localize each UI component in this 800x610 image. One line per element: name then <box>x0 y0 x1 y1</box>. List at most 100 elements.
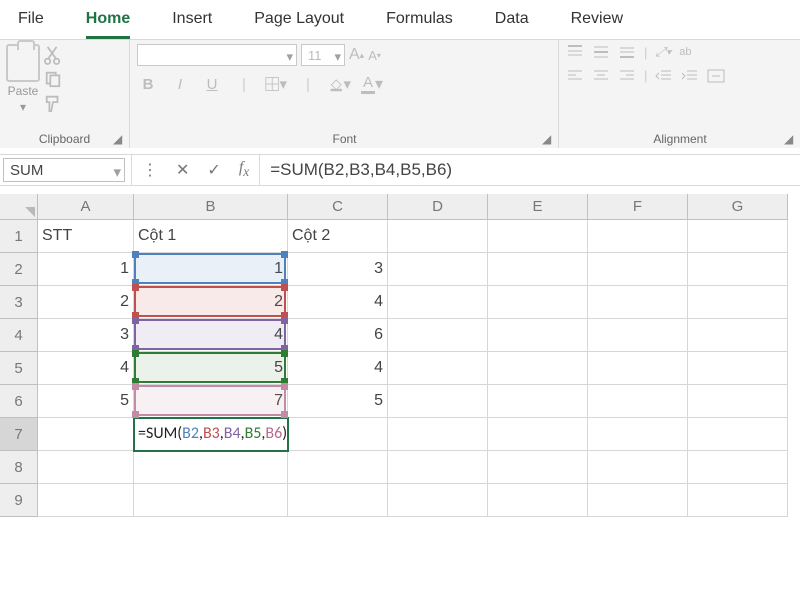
cell-G9[interactable] <box>688 484 788 517</box>
cell-D8[interactable] <box>388 451 488 484</box>
cell-B8[interactable] <box>134 451 288 484</box>
align-left-icon[interactable] <box>566 69 584 83</box>
copy-icon[interactable] <box>44 70 62 88</box>
tab-insert[interactable]: Insert <box>172 8 212 39</box>
cell-D1[interactable] <box>388 220 488 253</box>
cell-A5[interactable]: 4 <box>38 352 134 385</box>
row-header[interactable]: 9 <box>0 484 38 517</box>
italic-button[interactable]: I <box>169 76 191 93</box>
column-header[interactable]: G <box>688 194 788 220</box>
select-all-corner[interactable] <box>0 194 38 220</box>
increase-font-icon[interactable]: A▴ <box>349 46 364 64</box>
cell-D3[interactable] <box>388 286 488 319</box>
cell-F5[interactable] <box>588 352 688 385</box>
cell-A4[interactable]: 3 <box>38 319 134 352</box>
cell-A2[interactable]: 1 <box>38 253 134 286</box>
cell-E5[interactable] <box>488 352 588 385</box>
cell-A6[interactable]: 5 <box>38 385 134 418</box>
cell-F1[interactable] <box>588 220 688 253</box>
more-icon[interactable]: ⋮ <box>142 160 158 180</box>
cell-G5[interactable] <box>688 352 788 385</box>
dialog-launcher-icon[interactable]: ◢ <box>784 132 798 146</box>
increase-indent-icon[interactable] <box>681 69 699 83</box>
formula-input[interactable]: =SUM(B2,B3,B4,B5,B6) <box>259 155 800 185</box>
merge-center-icon[interactable] <box>707 69 725 83</box>
cell-A8[interactable] <box>38 451 134 484</box>
cell-E3[interactable] <box>488 286 588 319</box>
tab-file[interactable]: File <box>18 8 44 39</box>
cell-B1[interactable]: Cột 1 <box>134 220 288 253</box>
cell-C3[interactable]: 4 <box>288 286 388 319</box>
align-middle-icon[interactable] <box>592 44 610 60</box>
cell-E6[interactable] <box>488 385 588 418</box>
cell-C1[interactable]: Cột 2 <box>288 220 388 253</box>
wrap-text-icon[interactable]: ab <box>679 46 691 58</box>
column-header[interactable]: D <box>388 194 488 220</box>
fx-icon[interactable]: fx <box>239 159 249 180</box>
enter-icon[interactable]: ✓ <box>207 160 220 180</box>
cell-D5[interactable] <box>388 352 488 385</box>
tab-data[interactable]: Data <box>495 8 529 39</box>
row-header[interactable]: 6 <box>0 385 38 418</box>
cell-A1[interactable]: STT <box>38 220 134 253</box>
paste-button[interactable]: Paste ▾ <box>6 44 40 114</box>
column-header[interactable]: A <box>38 194 134 220</box>
cell-E2[interactable] <box>488 253 588 286</box>
dialog-launcher-icon[interactable]: ◢ <box>113 132 127 146</box>
cell-E7[interactable] <box>488 418 588 451</box>
cell-F4[interactable] <box>588 319 688 352</box>
tab-home[interactable]: Home <box>86 8 130 39</box>
cell-E8[interactable] <box>488 451 588 484</box>
cell-D6[interactable] <box>388 385 488 418</box>
spreadsheet-grid[interactable]: ABCDEFG 1STTCột 1Cột 2211332244346545465… <box>0 194 800 517</box>
tab-page-layout[interactable]: Page Layout <box>254 8 344 39</box>
fill-color-button[interactable]: ▾ <box>329 75 351 93</box>
cell-C9[interactable] <box>288 484 388 517</box>
cell-A9[interactable] <box>38 484 134 517</box>
cell-F6[interactable] <box>588 385 688 418</box>
cancel-icon[interactable]: ✕ <box>176 160 189 180</box>
cell-G4[interactable] <box>688 319 788 352</box>
row-header[interactable]: 1 <box>0 220 38 253</box>
cell-F3[interactable] <box>588 286 688 319</box>
cell-D4[interactable] <box>388 319 488 352</box>
cell-D2[interactable] <box>388 253 488 286</box>
tab-review[interactable]: Review <box>571 8 623 39</box>
font-name-combo[interactable]: ▾ <box>137 44 297 66</box>
align-bottom-icon[interactable] <box>618 44 636 60</box>
underline-button[interactable]: U <box>201 76 223 93</box>
cell-B6[interactable]: 7 <box>134 385 288 418</box>
column-header[interactable]: B <box>134 194 288 220</box>
bold-button[interactable]: B <box>137 76 159 93</box>
dialog-launcher-icon[interactable]: ◢ <box>542 132 556 146</box>
cell-B7[interactable]: =SUM(B2,B3,B4,B5,B6) <box>134 418 288 451</box>
cell-F2[interactable] <box>588 253 688 286</box>
cell-A3[interactable]: 2 <box>38 286 134 319</box>
cell-A7[interactable] <box>38 418 134 451</box>
cell-F7[interactable] <box>588 418 688 451</box>
cell-G7[interactable] <box>688 418 788 451</box>
cell-D7[interactable] <box>388 418 488 451</box>
name-box[interactable]: SUM ▾ <box>3 158 125 182</box>
cut-icon[interactable] <box>44 46 62 64</box>
column-header[interactable]: C <box>288 194 388 220</box>
tab-formulas[interactable]: Formulas <box>386 8 453 39</box>
format-painter-icon[interactable] <box>44 94 62 112</box>
decrease-font-icon[interactable]: A▾ <box>368 48 381 63</box>
row-header[interactable]: 7 <box>0 418 38 451</box>
row-header[interactable]: 4 <box>0 319 38 352</box>
borders-button[interactable]: ▾ <box>265 75 287 93</box>
cell-B5[interactable]: 5 <box>134 352 288 385</box>
cell-G3[interactable] <box>688 286 788 319</box>
row-header[interactable]: 2 <box>0 253 38 286</box>
row-header[interactable]: 3 <box>0 286 38 319</box>
cell-C8[interactable] <box>288 451 388 484</box>
cell-E1[interactable] <box>488 220 588 253</box>
font-size-combo[interactable]: 11 ▾ <box>301 44 345 66</box>
column-header[interactable]: F <box>588 194 688 220</box>
cell-G2[interactable] <box>688 253 788 286</box>
cell-B3[interactable]: 2 <box>134 286 288 319</box>
align-top-icon[interactable] <box>566 44 584 60</box>
cell-G6[interactable] <box>688 385 788 418</box>
cell-C2[interactable]: 3 <box>288 253 388 286</box>
